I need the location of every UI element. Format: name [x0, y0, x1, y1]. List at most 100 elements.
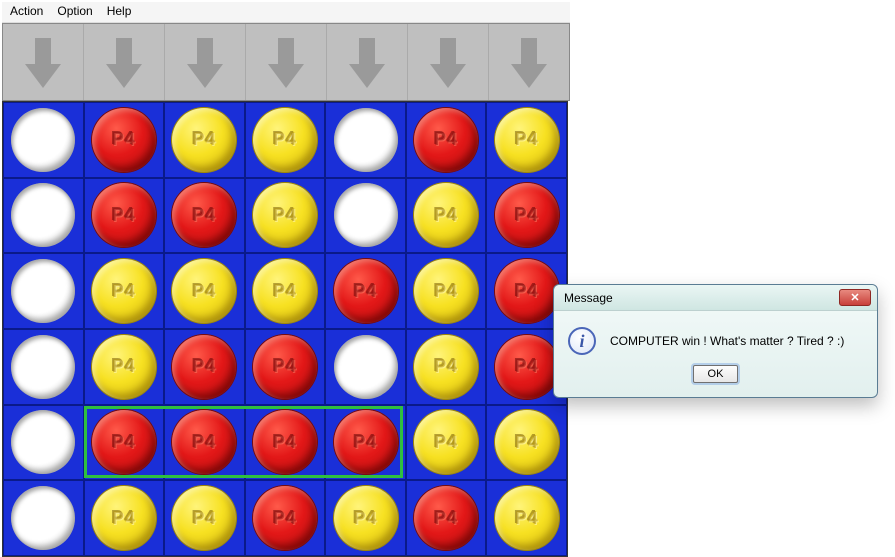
disc-red: P4	[334, 259, 398, 323]
disc-yellow: P4	[414, 183, 478, 247]
drop-arrow-col-1[interactable]	[84, 24, 165, 100]
disc-yellow: P4	[172, 486, 236, 550]
drop-arrow-col-0[interactable]	[3, 24, 84, 100]
disc-yellow: P4	[495, 410, 559, 474]
cell-r1-c4	[325, 178, 406, 254]
disc-red: P4	[253, 486, 317, 550]
disc-red: P4	[92, 108, 156, 172]
cell-r4-c3: P4	[245, 405, 326, 481]
column-drop-row	[2, 23, 570, 101]
drop-arrow-col-3[interactable]	[246, 24, 327, 100]
disc-empty	[11, 183, 75, 247]
disc-empty	[11, 259, 75, 323]
disc-yellow: P4	[92, 335, 156, 399]
cell-r3-c4	[325, 329, 406, 405]
disc-red: P4	[414, 108, 478, 172]
disc-red: P4	[495, 259, 559, 323]
info-icon: i	[568, 327, 596, 355]
drop-arrow-col-6[interactable]	[489, 24, 569, 100]
cell-r4-c0	[3, 405, 84, 481]
cell-r5-c0	[3, 480, 84, 556]
cell-r3-c0	[3, 329, 84, 405]
cell-r1-c6: P4	[486, 178, 567, 254]
close-icon[interactable]: ✕	[839, 289, 871, 306]
disc-red: P4	[495, 183, 559, 247]
cell-r0-c0	[3, 102, 84, 178]
cell-r0-c1: P4	[84, 102, 165, 178]
cell-r3-c1: P4	[84, 329, 165, 405]
menu-help[interactable]: Help	[107, 4, 132, 18]
disc-yellow: P4	[172, 108, 236, 172]
drop-arrow-col-5[interactable]	[408, 24, 489, 100]
disc-red: P4	[414, 486, 478, 550]
cell-r0-c5: P4	[406, 102, 487, 178]
game-board: P4P4P4P4P4P4P4P4P4P4P4P4P4P4P4P4P4P4P4P4…	[2, 101, 568, 557]
cell-r4-c2: P4	[164, 405, 245, 481]
disc-yellow: P4	[92, 259, 156, 323]
cell-r0-c6: P4	[486, 102, 567, 178]
dialog-buttons: OK	[554, 365, 877, 397]
cell-r4-c6: P4	[486, 405, 567, 481]
cell-r2-c0	[3, 253, 84, 329]
message-dialog: Message ✕ i COMPUTER win ! What's matter…	[553, 284, 878, 398]
disc-yellow: P4	[92, 486, 156, 550]
arrow-down-icon	[23, 34, 63, 90]
disc-red: P4	[172, 183, 236, 247]
cell-r2-c3: P4	[245, 253, 326, 329]
disc-red: P4	[172, 335, 236, 399]
dialog-body: i COMPUTER win ! What's matter ? Tired ?…	[554, 311, 877, 365]
cell-r3-c3: P4	[245, 329, 326, 405]
disc-empty	[334, 335, 398, 399]
disc-yellow: P4	[414, 410, 478, 474]
game-window: Action Option Help P4P4P4P4P4P4P4P4P4P4P…	[2, 2, 570, 557]
cell-r3-c5: P4	[406, 329, 487, 405]
menu-action[interactable]: Action	[10, 4, 43, 18]
disc-yellow: P4	[172, 259, 236, 323]
cell-r5-c4: P4	[325, 480, 406, 556]
menubar: Action Option Help	[2, 2, 570, 23]
cell-r4-c4: P4	[325, 405, 406, 481]
cell-r1-c5: P4	[406, 178, 487, 254]
disc-yellow: P4	[495, 486, 559, 550]
disc-red: P4	[172, 410, 236, 474]
cell-r5-c6: P4	[486, 480, 567, 556]
cell-r2-c2: P4	[164, 253, 245, 329]
disc-empty	[334, 108, 398, 172]
drop-arrow-col-2[interactable]	[165, 24, 246, 100]
disc-red: P4	[495, 335, 559, 399]
disc-yellow: P4	[253, 108, 317, 172]
disc-empty	[11, 486, 75, 550]
disc-empty	[334, 183, 398, 247]
disc-red: P4	[253, 410, 317, 474]
cell-r2-c4: P4	[325, 253, 406, 329]
dialog-titlebar[interactable]: Message ✕	[554, 285, 877, 311]
disc-red: P4	[253, 335, 317, 399]
cell-r0-c4	[325, 102, 406, 178]
cell-r4-c5: P4	[406, 405, 487, 481]
arrow-down-icon	[104, 34, 144, 90]
cell-r1-c0	[3, 178, 84, 254]
disc-yellow: P4	[414, 335, 478, 399]
cell-r4-c1: P4	[84, 405, 165, 481]
arrow-down-icon	[428, 34, 468, 90]
arrow-down-icon	[185, 34, 225, 90]
drop-arrow-col-4[interactable]	[327, 24, 408, 100]
ok-button[interactable]: OK	[693, 365, 739, 383]
cell-r3-c2: P4	[164, 329, 245, 405]
arrow-down-icon	[509, 34, 549, 90]
cell-r1-c3: P4	[245, 178, 326, 254]
cell-r0-c3: P4	[245, 102, 326, 178]
menu-option[interactable]: Option	[57, 4, 92, 18]
disc-red: P4	[92, 410, 156, 474]
cell-r1-c1: P4	[84, 178, 165, 254]
cell-r5-c3: P4	[245, 480, 326, 556]
disc-yellow: P4	[334, 486, 398, 550]
disc-yellow: P4	[253, 183, 317, 247]
cell-r1-c2: P4	[164, 178, 245, 254]
disc-yellow: P4	[414, 259, 478, 323]
cell-r0-c2: P4	[164, 102, 245, 178]
disc-empty	[11, 410, 75, 474]
disc-red: P4	[92, 183, 156, 247]
disc-empty	[11, 335, 75, 399]
cell-r5-c5: P4	[406, 480, 487, 556]
